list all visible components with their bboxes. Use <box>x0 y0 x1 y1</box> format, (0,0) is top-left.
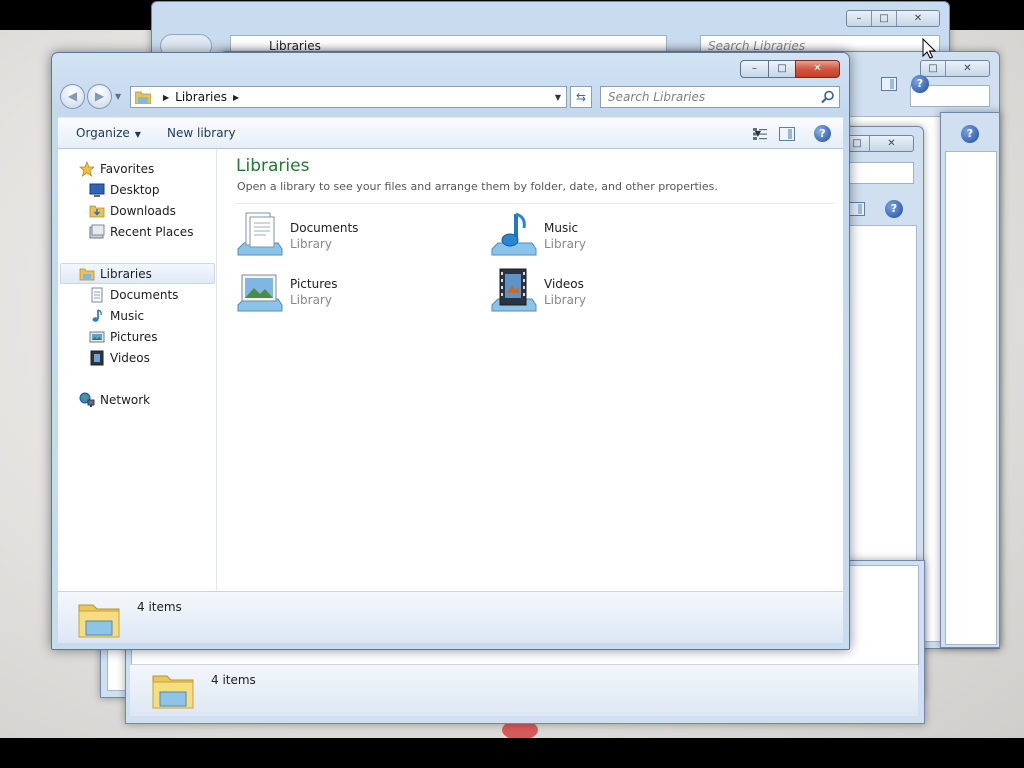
close-icon[interactable]: ✕ <box>897 11 939 26</box>
pictures-icon <box>237 274 283 312</box>
documents-icon <box>91 287 103 303</box>
library-item-documents[interactable]: Documents Library <box>236 211 476 261</box>
forward-arrow-icon[interactable]: ▶ <box>87 84 112 109</box>
background-window-far-right[interactable]: ? <box>940 112 1000 648</box>
help-icon[interactable]: ? <box>885 200 903 218</box>
help-icon[interactable]: ? <box>911 75 929 93</box>
recent-pages-dropdown-icon[interactable]: ▼ <box>115 92 121 101</box>
search-input[interactable]: Search Libraries <box>600 86 840 108</box>
libraries-folder-icon <box>78 604 120 638</box>
organize-button[interactable]: Organize ▼ <box>76 118 141 149</box>
explorer-content: Favorites Desktop Downloads Recent Place… <box>58 149 843 591</box>
close-icon[interactable]: ✕ <box>946 61 989 76</box>
library-item-music[interactable]: Music Library <box>490 211 730 261</box>
nav-label: Network <box>100 393 151 407</box>
desktop-icon <box>89 183 105 197</box>
close-icon[interactable]: ✕ <box>870 136 913 151</box>
window-controls[interactable]: □ ✕ <box>844 135 914 152</box>
back-arrow-icon[interactable]: ◀ <box>60 84 85 109</box>
minimize-icon[interactable]: – <box>847 11 872 26</box>
search-icon[interactable] <box>821 90 835 104</box>
nav-label: Documents <box>110 288 179 302</box>
window-controls[interactable]: – □ ✕ <box>846 10 940 27</box>
recent-places-icon <box>89 224 105 239</box>
library-name: Documents <box>290 221 359 235</box>
star-icon <box>79 161 95 177</box>
window-controls[interactable]: □ ✕ <box>920 60 990 77</box>
videos-icon <box>491 268 537 312</box>
music-icon <box>491 212 537 256</box>
address-crumb-libraries[interactable]: Libraries <box>175 90 227 104</box>
videos-icon <box>90 350 104 366</box>
nav-label: Favorites <box>100 162 155 176</box>
address-bar[interactable]: ▶ Libraries ▶ ▼ <box>130 86 567 108</box>
nav-label: Videos <box>110 351 150 365</box>
library-name: Videos <box>544 277 584 291</box>
nav-label: Music <box>110 309 145 323</box>
pictures-icon <box>89 331 105 343</box>
nav-label: Pictures <box>110 330 158 344</box>
documents-icon <box>237 212 283 256</box>
navigation-pane[interactable]: Favorites Desktop Downloads Recent Place… <box>58 149 217 591</box>
new-library-label: New library <box>167 126 236 140</box>
maximize-icon[interactable]: □ <box>768 60 795 78</box>
minimize-icon[interactable]: – <box>740 60 768 78</box>
divider <box>236 203 834 204</box>
libraries-folder-icon <box>135 91 151 104</box>
breadcrumb-separator-icon[interactable]: ▶ <box>163 93 169 102</box>
address-dropdown-icon[interactable]: ▼ <box>555 93 561 102</box>
refresh-icon[interactable]: ⇆ <box>570 86 592 108</box>
library-name: Music <box>544 221 579 235</box>
library-type: Library <box>544 293 586 307</box>
help-icon[interactable]: ? <box>961 125 979 143</box>
nav-label: Downloads <box>110 204 176 218</box>
libraries-folder-icon <box>152 675 194 709</box>
page-subtitle: Open a library to see your files and arr… <box>237 180 718 193</box>
libraries-window[interactable]: – □ ✕ ◀ ▶ ▼ ▶ Libraries ▶ ▼ ⇆ Search Lib… <box>51 52 850 650</box>
search-placeholder: Search Libraries <box>608 90 706 104</box>
breadcrumb-separator-icon[interactable]: ▶ <box>233 93 239 102</box>
library-type: Library <box>290 293 332 307</box>
maximize-icon[interactable]: □ <box>921 61 946 76</box>
network-icon <box>79 392 95 407</box>
item-count: 4 items <box>211 673 256 687</box>
navigation-buttons[interactable]: ◀ ▶ ▼ <box>60 84 121 109</box>
help-icon[interactable]: ? <box>814 125 831 142</box>
preview-pane-icon[interactable] <box>849 202 865 216</box>
view-options-dropdown-icon[interactable]: ▼ <box>755 118 761 149</box>
music-icon <box>92 309 102 322</box>
library-type: Library <box>544 237 586 251</box>
item-count: 4 items <box>137 600 182 614</box>
nav-label: Recent Places <box>110 225 194 239</box>
library-item-videos[interactable]: Videos Library <box>490 267 730 317</box>
window-body <box>945 151 997 645</box>
library-name: Pictures <box>290 277 338 291</box>
new-library-button[interactable]: New library <box>167 118 236 149</box>
mouse-cursor-icon <box>922 38 936 59</box>
downloads-icon <box>89 205 105 218</box>
chevron-down-icon: ▼ <box>134 130 141 139</box>
details-pane: 4 items <box>58 591 843 643</box>
preview-pane-icon[interactable] <box>881 77 897 91</box>
libraries-folder-icon <box>79 268 95 281</box>
nav-label: Desktop <box>110 183 160 197</box>
window-controls[interactable]: – □ ✕ <box>740 60 840 78</box>
maximize-icon[interactable]: □ <box>872 11 897 26</box>
page-title: Libraries <box>236 156 310 176</box>
preview-pane-icon[interactable] <box>779 127 795 141</box>
command-bar: Organize ▼ New library ▼ ? <box>58 117 843 149</box>
close-icon[interactable]: ✕ <box>795 60 840 78</box>
library-item-pictures[interactable]: Pictures Library <box>236 267 476 317</box>
file-list[interactable]: Libraries Open a library to see your fil… <box>218 149 843 591</box>
library-type: Library <box>290 237 332 251</box>
details-pane: 4 items <box>130 664 918 716</box>
nav-label: Libraries <box>100 267 152 281</box>
organize-label: Organize <box>76 126 130 140</box>
